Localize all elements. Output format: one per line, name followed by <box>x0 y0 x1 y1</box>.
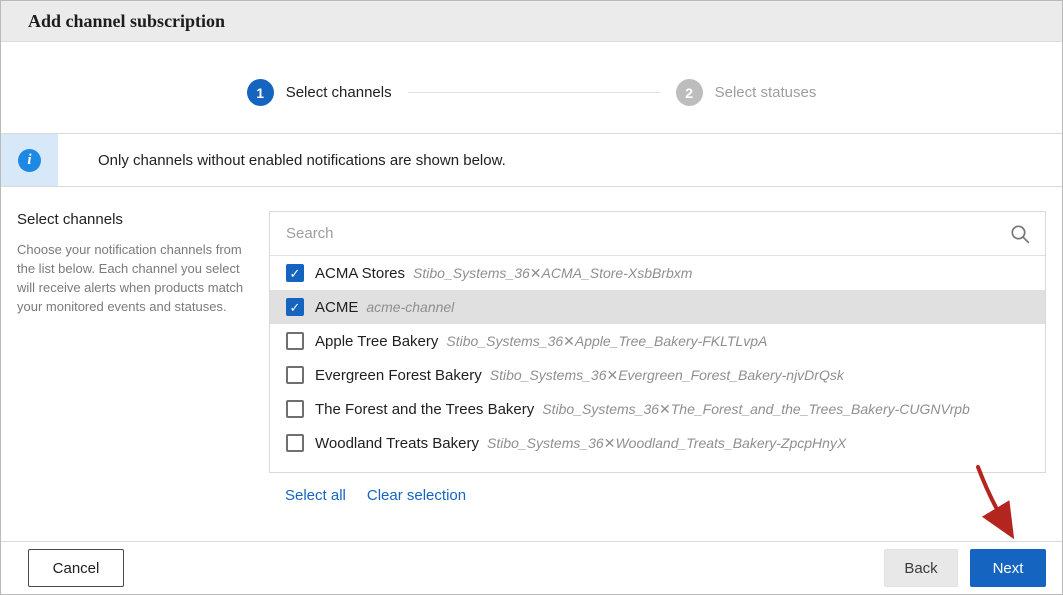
info-icon-cell: i <box>1 134 58 186</box>
step-2-circle: 2 <box>676 79 703 106</box>
step-2-label: Select statuses <box>715 84 817 101</box>
step-select-channels: 1 Select channels <box>247 79 392 106</box>
clear-selection-link[interactable]: Clear selection <box>367 487 466 504</box>
dialog-content: Select channels Choose your notification… <box>1 187 1062 504</box>
channel-id: Stibo_Systems_36✕Woodland_Treats_Bakery-… <box>487 435 846 452</box>
channel-row-woodland-treats-bakery[interactable]: Woodland Treats Bakery Stibo_Systems_36✕… <box>270 426 1045 460</box>
channel-row-acma-stores[interactable]: ACMA Stores Stibo_Systems_36✕ACMA_Store-… <box>270 256 1045 290</box>
step-1-label: Select channels <box>286 84 392 101</box>
channel-id: acme-channel <box>366 299 454 315</box>
cancel-button[interactable]: Cancel <box>28 549 124 587</box>
channel-selection-column: ACMA Stores Stibo_Systems_36✕ACMA_Store-… <box>269 211 1046 504</box>
left-panel-description: Choose your notification channels from t… <box>17 241 253 316</box>
channel-name: Woodland Treats Bakery <box>315 435 479 452</box>
channel-id: Stibo_Systems_36✕ACMA_Store-XsbBrbxm <box>413 265 692 282</box>
dialog-titlebar: Add channel subscription <box>1 1 1062 42</box>
channel-checkbox[interactable] <box>286 434 304 452</box>
next-button[interactable]: Next <box>970 549 1046 587</box>
channel-row-apple-tree-bakery[interactable]: Apple Tree Bakery Stibo_Systems_36✕Apple… <box>270 324 1045 358</box>
step-1-circle: 1 <box>247 79 274 106</box>
select-all-link[interactable]: Select all <box>285 487 346 504</box>
channel-id: Stibo_Systems_36✕The_Forest_and_the_Tree… <box>542 401 970 418</box>
info-icon: i <box>18 149 41 172</box>
footer-right-buttons: Back Next <box>884 549 1046 587</box>
channel-row-forest-and-trees-bakery[interactable]: The Forest and the Trees Bakery Stibo_Sy… <box>270 392 1045 426</box>
left-panel-title: Select channels <box>17 211 253 228</box>
wizard-stepper: 1 Select channels 2 Select statuses <box>1 79 1062 106</box>
search-row <box>270 212 1045 256</box>
channel-id: Stibo_Systems_36✕Evergreen_Forest_Bakery… <box>490 367 844 384</box>
info-banner-text: Only channels without enabled notificati… <box>58 134 506 186</box>
channel-checkbox[interactable] <box>286 298 304 316</box>
channel-row-evergreen-forest-bakery[interactable]: Evergreen Forest Bakery Stibo_Systems_36… <box>270 358 1045 392</box>
stepper-connector-line <box>408 92 660 93</box>
page-title: Add channel subscription <box>28 11 225 32</box>
step-select-statuses: 2 Select statuses <box>676 79 817 106</box>
channel-name: Apple Tree Bakery <box>315 333 438 350</box>
add-channel-subscription-dialog: Add channel subscription 1 Select channe… <box>0 0 1063 595</box>
info-banner: i Only channels without enabled notifica… <box>1 133 1062 187</box>
search-icon[interactable] <box>1009 223 1031 245</box>
channel-name: ACME <box>315 299 358 316</box>
channel-checkbox[interactable] <box>286 332 304 350</box>
channel-checkbox[interactable] <box>286 366 304 384</box>
select-channels-description-panel: Select channels Choose your notification… <box>17 211 253 504</box>
channel-checkbox[interactable] <box>286 400 304 418</box>
dialog-footer: Cancel Back Next <box>1 541 1062 594</box>
back-button[interactable]: Back <box>884 549 958 587</box>
search-input[interactable] <box>270 212 1045 255</box>
channel-row-acme[interactable]: ACME acme-channel <box>270 290 1045 324</box>
channel-list-panel: ACMA Stores Stibo_Systems_36✕ACMA_Store-… <box>269 211 1046 473</box>
channel-name: The Forest and the Trees Bakery <box>315 401 534 418</box>
list-actions: Select all Clear selection <box>269 487 1046 504</box>
channel-checkbox[interactable] <box>286 264 304 282</box>
channel-name: ACMA Stores <box>315 265 405 282</box>
channel-id: Stibo_Systems_36✕Apple_Tree_Bakery-FKLTL… <box>446 333 767 350</box>
channel-name: Evergreen Forest Bakery <box>315 367 482 384</box>
